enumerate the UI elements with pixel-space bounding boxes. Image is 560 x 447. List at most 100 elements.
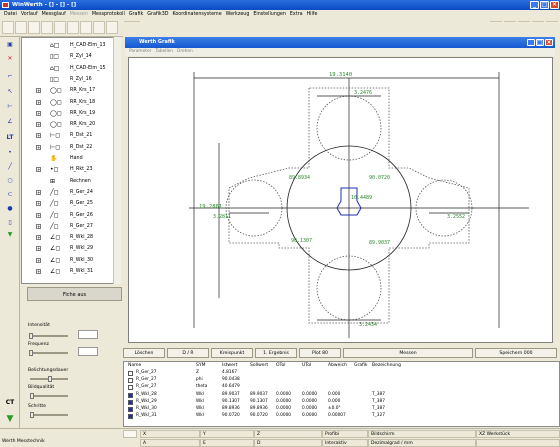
intensity-value[interactable] — [78, 330, 98, 339]
tree-item[interactable]: + ∠◻ R_Wkl_28 — [22, 232, 114, 243]
select-tool-icon[interactable]: ▣ — [3, 39, 17, 51]
delete-button[interactable]: Löschen — [123, 348, 165, 358]
tree-item[interactable]: + ◯◻ RR_Krs_17 — [22, 85, 114, 96]
expand-icon[interactable]: + — [36, 167, 41, 173]
tree-item[interactable]: + ╱◻ R_Ger_25 — [22, 198, 114, 209]
table-row[interactable]: R_Ger_27 phi 90.0438 — [124, 377, 554, 384]
open-file-button[interactable] — [2, 21, 14, 34]
menu-item-grafik3d[interactable]: Grafik3D — [147, 12, 168, 17]
maximize-button[interactable]: □ — [540, 1, 549, 9]
table-row[interactable]: R_Wkl_28 Wkl 89.9037 89.9037 0.0000 0.0000 0.0… — [124, 392, 554, 399]
menu-item-hilfe[interactable]: Hilfe — [307, 12, 318, 17]
run-arrow-icon[interactable]: ▼ — [3, 413, 17, 425]
cut-button[interactable] — [67, 21, 79, 34]
expand-icon[interactable]: + — [36, 99, 41, 105]
tree-item[interactable]: ▯□ R_Zyl_16 — [22, 74, 114, 85]
image-quality-slider[interactable] — [30, 395, 68, 397]
menu-item-werkzeug[interactable]: Werkzeug — [226, 12, 250, 17]
step-knob[interactable] — [30, 412, 34, 418]
expand-icon[interactable]: + — [36, 110, 41, 116]
menu-item-messprotokoll[interactable]: Messprotokoll — [92, 12, 125, 17]
expand-icon[interactable]: + — [36, 189, 41, 195]
step-slider[interactable] — [30, 414, 68, 416]
circle-point-button[interactable]: Kreispunkt — [211, 348, 253, 358]
tree-item[interactable]: + ╱◻ R_Ger_24 — [22, 187, 114, 198]
exposure-knob[interactable] — [48, 376, 52, 382]
expand-icon[interactable]: + — [36, 201, 41, 207]
graphic-maximize-button[interactable]: □ — [536, 39, 544, 46]
feature-tree[interactable]: ⌂□ H_CAD-Elm_13 ▯□ R_Zyl_14 ⌂□ H_CAD-Elm_15 ▯□… — [21, 37, 121, 284]
expand-icon[interactable]: + — [36, 88, 41, 94]
expand-icon[interactable]: + — [36, 235, 41, 241]
menu-item-extra[interactable]: Extra — [290, 12, 303, 17]
col-utol[interactable]: UTol — [302, 363, 311, 368]
tree-item[interactable]: + ∠◻ R_Wkl_29 — [22, 243, 114, 254]
menu-item-koordinatensysteme[interactable]: Koordinatensysteme — [172, 12, 221, 17]
close-button[interactable]: × — [550, 1, 559, 9]
col-sym[interactable]: SYM — [196, 363, 206, 368]
dr-button[interactable]: D / R — [167, 348, 209, 358]
cylinder-tool-icon[interactable]: ▯ — [3, 217, 17, 229]
tree-item[interactable]: ⊞ Rechnen — [22, 176, 114, 187]
menu-item-messen[interactable]: Messen — [70, 12, 88, 17]
expand-icon[interactable]: + — [36, 269, 41, 274]
col-soll[interactable]: Sollwert — [250, 363, 268, 368]
graphic-minimize-button[interactable]: _ — [527, 39, 535, 46]
tree-item[interactable]: ✋ Hand — [22, 153, 114, 164]
save-button[interactable]: Speichern 000 — [475, 348, 557, 358]
point-tool-icon[interactable]: • — [3, 147, 17, 159]
width-tool-icon[interactable]: ⊢ — [3, 101, 17, 113]
tree-item[interactable]: + ╱◻ R_Ger_26 — [22, 210, 114, 221]
intensity-slider[interactable] — [30, 335, 68, 337]
minimize-button[interactable]: _ — [530, 1, 539, 9]
table-row[interactable]: R_Wkl_29 Wkl 90.1307 90.1307 0.0000 0.0000 0.0… — [124, 399, 554, 406]
copy-button[interactable] — [80, 21, 92, 34]
tree-item[interactable]: + ⊢◻ R_Dst_22 — [22, 142, 114, 153]
tree-item[interactable]: + ◯◻ RR_Krs_19 — [22, 108, 114, 119]
tree-item[interactable]: ▯□ R_Zyl_14 — [22, 51, 114, 62]
delete-tool-icon[interactable]: ✕ — [3, 53, 17, 65]
tree-item[interactable]: ⌂□ H_CAD-Elm_13 — [22, 40, 114, 51]
ellipse-tool-icon[interactable]: ⊂ — [3, 189, 17, 201]
col-name[interactable]: Name — [128, 363, 141, 368]
measure-toggle-button[interactable]: Fiche aus — [27, 287, 122, 301]
graphic-menu-parameter[interactable]: Parameter — [129, 49, 151, 54]
undo-button[interactable] — [41, 21, 53, 34]
measure-button[interactable]: Messen — [343, 348, 473, 358]
expand-icon[interactable]: + — [36, 246, 41, 252]
expand-icon[interactable]: + — [36, 212, 41, 218]
graphic-menu-drehen[interactable]: Drehen — [177, 49, 193, 54]
tree-item[interactable]: + ◯◻ RR_Krs_20 — [22, 119, 114, 130]
redo-button[interactable] — [54, 21, 66, 34]
expand-icon[interactable]: + — [36, 223, 41, 229]
save-file-button[interactable] — [15, 21, 27, 34]
frequency-knob[interactable] — [29, 350, 33, 356]
tree-scrollbar[interactable] — [113, 37, 121, 284]
table-row[interactable]: R_Wkl_31 Wkl 90.0720 90.0720 0.0000 0.0000 0.0… — [124, 413, 554, 420]
tree-item[interactable]: + ⊢◻ R_Dst_21 — [22, 130, 114, 141]
frequency-slider[interactable] — [30, 352, 68, 354]
contour-tool-icon[interactable]: ⌐ — [3, 71, 17, 83]
col-ist[interactable]: Istwert — [222, 363, 238, 368]
intensity-knob[interactable] — [29, 333, 33, 339]
lt-tool-icon[interactable]: LT — [3, 132, 17, 144]
tree-item[interactable]: + ◯◻ RR_Krs_18 — [22, 97, 114, 108]
menu-item-vorlauf[interactable]: Vorlauf — [21, 12, 38, 17]
first-result-button[interactable]: 1. Ergebnis — [255, 348, 297, 358]
col-grafik[interactable]: Grafik — [354, 363, 368, 368]
arrow-down-icon[interactable]: ▼ — [3, 229, 17, 241]
table-row[interactable]: R_Wkl_30 Wkl 89.8936 89.8936 0.0000 0.0000 ±0.… — [124, 406, 554, 413]
print-button[interactable] — [28, 21, 40, 34]
tree-item[interactable]: ⌂□ H_CAD-Elm_15 — [22, 63, 114, 74]
tree-item[interactable]: + ╱◻ R_Ger_27 — [22, 221, 114, 232]
line-tool-icon[interactable]: ╱ — [3, 161, 17, 173]
table-row[interactable]: R_Ger_27 Z 4.8167 — [124, 370, 554, 377]
expand-icon[interactable]: + — [36, 257, 41, 263]
tree-item[interactable]: + •◻ H_Rkt_23 — [22, 164, 114, 175]
table-row[interactable]: R_Ger_27 theta 40.6479 — [124, 384, 554, 391]
menu-item-einstellungen[interactable]: Einstellungen — [253, 12, 286, 17]
circle-tool-icon[interactable]: ○ — [3, 175, 17, 187]
col-otol[interactable]: OTol — [276, 363, 286, 368]
sphere-tool-icon[interactable]: ● — [3, 203, 17, 215]
graphic-close-button[interactable]: × — [545, 39, 553, 46]
